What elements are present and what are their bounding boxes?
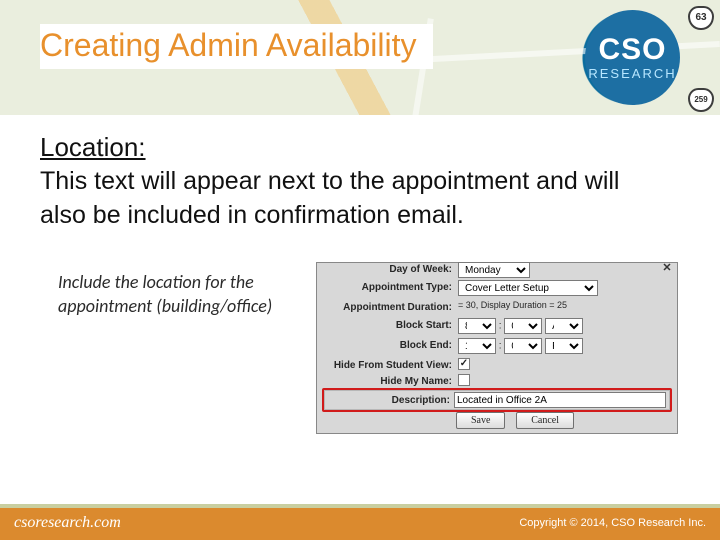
section-heading: Location: [40,132,146,162]
description-row-highlight: Description: [322,388,672,412]
hide-my-name-label: Hide My Name: [318,376,452,387]
page-title: Creating Admin Availability [40,28,417,63]
footer-bar: csoresearch.com Copyright © 2014, CSO Re… [0,504,720,540]
footer-copyright: Copyright © 2014, CSO Research Inc. [519,517,706,529]
logo-text-sub: RESEARCH [588,67,676,80]
hide-from-student-label: Hide From Student View: [318,360,452,371]
time-colon: : [499,321,502,332]
day-of-week-select[interactable]: Monday [458,262,530,278]
cancel-button[interactable]: Cancel [516,412,574,429]
block-end-label: Block End: [318,340,452,351]
route-shield-63: 63 [688,6,714,30]
hide-from-student-checkbox[interactable]: ✓ [458,358,470,370]
section-paragraph: This text will appear next to the appoin… [40,165,650,233]
block-end-ampm[interactable]: PM [545,338,583,354]
time-colon: : [499,341,502,352]
save-button[interactable]: Save [456,412,505,429]
title-container: Creating Admin Availability [40,24,433,69]
block-start-minute[interactable]: 00 [504,318,542,334]
side-note: Include the location for the appointment… [58,270,288,319]
day-of-week-label: Day of Week: [318,264,452,275]
body-text: Location: This text will appear next to … [40,130,650,233]
button-row: Save Cancel [456,412,582,429]
appointment-duration-label: Appointment Duration: [318,302,452,313]
slide: 63 259 CSO RESEARCH Creating Admin Avail… [0,0,720,540]
route-shield-259: 259 [688,88,714,112]
form-screenshot: ✕ Day of Week: Monday Appointment Type: … [316,262,678,434]
appointment-type-select[interactable]: Cover Letter Setup [458,280,598,296]
block-end-minute[interactable]: 00 [504,338,542,354]
hide-my-name-checkbox[interactable] [458,374,470,386]
appointment-duration-value: = 30, Display Duration = 25 [458,300,567,310]
form-inner: ✕ Day of Week: Monday Appointment Type: … [318,264,676,432]
block-start-label: Block Start: [318,320,452,331]
description-input[interactable] [454,392,666,408]
block-start-ampm[interactable]: AM [545,318,583,334]
appointment-type-label: Appointment Type: [318,282,452,293]
block-end-hour[interactable]: 12 [458,338,496,354]
logo-text-main: CSO [598,35,666,65]
footer-site: csoresearch.com [14,514,121,532]
cso-logo: CSO RESEARCH [585,10,680,105]
block-start-hour[interactable]: 8 [458,318,496,334]
description-label: Description: [324,395,450,406]
